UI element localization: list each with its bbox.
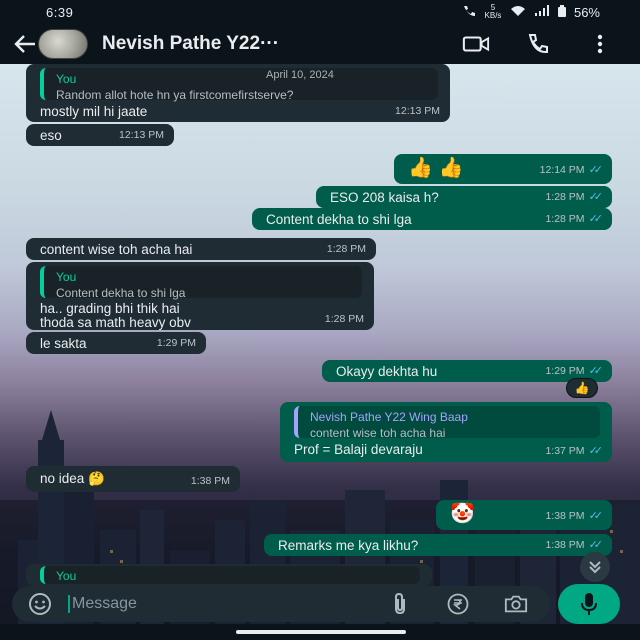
message-reaction[interactable]: 👍 bbox=[566, 378, 598, 398]
message-bubble-incoming[interactable]: You Random allot hote hn ya firstcomefir… bbox=[26, 64, 450, 122]
message-text: thoda sa math heavy obv bbox=[40, 315, 191, 330]
microphone-icon bbox=[581, 593, 597, 615]
message-text: eso bbox=[40, 128, 62, 143]
read-ticks-icon: ✓✓ bbox=[588, 191, 604, 203]
wifi-icon bbox=[510, 5, 526, 20]
message-time: 1:38 PM bbox=[545, 510, 585, 522]
message-time: 12:13 PM bbox=[119, 129, 164, 141]
message-bubble-outgoing[interactable]: 🤡 1:38 PM ✓✓ bbox=[436, 500, 612, 530]
quote-author: You bbox=[56, 72, 77, 86]
read-ticks-icon: ✓✓ bbox=[588, 510, 604, 522]
status-time: 6:39 bbox=[46, 4, 74, 20]
message-bubble-incoming[interactable]: content wise toh acha hai 1:28 PM bbox=[26, 238, 376, 260]
quoted-message[interactable]: You bbox=[40, 566, 420, 584]
double-chevron-down-icon bbox=[589, 561, 601, 574]
message-time: 1:29 PM bbox=[156, 337, 196, 349]
call-indicator-icon bbox=[462, 5, 476, 20]
camera-icon[interactable] bbox=[504, 592, 528, 616]
payment-rupee-icon[interactable] bbox=[446, 592, 470, 616]
message-text: mostly mil hi jaate bbox=[40, 104, 148, 119]
chat-message-list[interactable]: You Random allot hote hn ya firstcomefir… bbox=[0, 64, 640, 586]
message-bubble-outgoing[interactable]: ESO 208 kaisa h? 1:28 PM ✓✓ bbox=[316, 186, 612, 208]
battery-percent: 56% bbox=[573, 4, 600, 20]
quoted-message[interactable]: Nevish Pathe Y22 Wing Baap content wise … bbox=[294, 406, 600, 440]
emoji-icon[interactable] bbox=[24, 588, 56, 620]
message-bubble-outgoing[interactable]: Content dekha to shi lga 1:28 PM ✓✓ bbox=[252, 208, 612, 230]
message-text: Remarks me kya likhu? bbox=[278, 538, 419, 553]
more-vert-icon[interactable] bbox=[586, 32, 614, 56]
message-input-bar bbox=[0, 584, 640, 624]
scroll-to-bottom-button[interactable] bbox=[580, 552, 610, 582]
read-ticks-icon: ✓✓ bbox=[588, 539, 604, 551]
message-time: 1:29 PM bbox=[545, 365, 585, 377]
message-time: 1:28 PM bbox=[545, 191, 585, 203]
read-ticks-icon: ✓✓ bbox=[588, 365, 604, 377]
message-bubble-outgoing[interactable]: Okayy dekhta hu 1:29 PM ✓✓ bbox=[322, 360, 612, 382]
system-navigation-bar bbox=[0, 624, 640, 640]
message-text: le sakta bbox=[40, 336, 87, 351]
message-bubble-incoming[interactable]: le sakta 1:29 PM bbox=[26, 332, 206, 354]
quote-text: Content dekha to shi lga bbox=[56, 286, 186, 300]
message-time: 12:14 PM bbox=[539, 164, 585, 176]
message-text: Okayy dekhta hu bbox=[336, 364, 438, 379]
message-time: 12:13 PM bbox=[395, 105, 440, 117]
message-text: ESO 208 kaisa h? bbox=[330, 190, 439, 205]
chat-header: Nevish Pathe Y22··· bbox=[0, 24, 640, 64]
message-time: 1:28 PM bbox=[324, 313, 364, 325]
attachment-icon[interactable] bbox=[388, 592, 412, 616]
message-bubble-outgoing[interactable]: 👍 👍 12:14 PM ✓✓ bbox=[394, 154, 612, 184]
quoted-message[interactable]: You Random allot hote hn ya firstcomefir… bbox=[40, 68, 438, 102]
video-call-icon[interactable] bbox=[462, 32, 490, 56]
quote-author: You bbox=[56, 270, 77, 284]
message-text: no idea 🤔 bbox=[40, 471, 105, 486]
read-ticks-icon: ✓✓ bbox=[588, 213, 604, 225]
message-text: 👍 👍 bbox=[408, 157, 464, 179]
message-bubble-incoming[interactable]: no idea 🤔 1:38 PM bbox=[26, 466, 240, 492]
message-bubble-incoming[interactable]: You bbox=[26, 564, 432, 586]
read-ticks-icon: ✓✓ bbox=[588, 164, 604, 176]
message-input[interactable] bbox=[68, 595, 318, 613]
message-text: 🤡 bbox=[450, 503, 475, 525]
voice-message-button[interactable] bbox=[558, 584, 620, 624]
back-arrow-icon[interactable] bbox=[12, 31, 38, 57]
quoted-message[interactable]: You Content dekha to shi lga bbox=[40, 266, 362, 300]
quote-text: content wise toh acha hai bbox=[310, 426, 446, 440]
message-bubble-incoming[interactable]: eso 12:13 PM bbox=[26, 124, 174, 146]
thumbs-up-reaction: 👍 bbox=[574, 381, 590, 395]
message-time: 1:38 PM bbox=[545, 539, 585, 551]
date-separator: April 10, 2024 bbox=[266, 69, 334, 81]
message-time: 1:38 PM bbox=[190, 475, 230, 487]
message-time: 1:37 PM bbox=[545, 445, 585, 457]
message-text: ha.. grading bhi thik hai bbox=[40, 301, 180, 316]
signal-icon bbox=[534, 4, 550, 20]
network-speed: 5 KB/s bbox=[484, 3, 502, 20]
message-text: content wise toh acha hai bbox=[40, 242, 193, 257]
message-bubble-outgoing[interactable]: Remarks me kya likhu? 1:38 PM ✓✓ bbox=[264, 534, 612, 556]
home-gesture-handle[interactable] bbox=[236, 630, 406, 634]
quote-author: You bbox=[56, 569, 77, 583]
quote-text: Random allot hote hn ya firstcomefirstse… bbox=[56, 88, 294, 102]
voice-call-icon[interactable] bbox=[524, 32, 552, 56]
status-bar: 6:39 5 KB/s 56% bbox=[0, 0, 640, 24]
read-ticks-icon: ✓✓ bbox=[588, 445, 604, 457]
whatsapp-chat-screen: 6:39 5 KB/s 56% Nevish Pathe Y22··· You … bbox=[0, 0, 640, 640]
message-bubble-outgoing[interactable]: Nevish Pathe Y22 Wing Baap content wise … bbox=[280, 402, 612, 462]
quote-author: Nevish Pathe Y22 Wing Baap bbox=[310, 410, 468, 424]
message-time: 1:28 PM bbox=[326, 243, 366, 255]
contact-name[interactable]: Nevish Pathe Y22··· bbox=[102, 33, 372, 55]
battery-icon bbox=[557, 4, 566, 20]
contact-avatar[interactable] bbox=[38, 29, 88, 59]
message-bubble-incoming[interactable]: You Content dekha to shi lga ha.. gradin… bbox=[26, 262, 374, 330]
message-time: 1:28 PM bbox=[545, 213, 585, 225]
message-composer bbox=[12, 586, 550, 622]
message-text: Content dekha to shi lga bbox=[266, 212, 412, 227]
